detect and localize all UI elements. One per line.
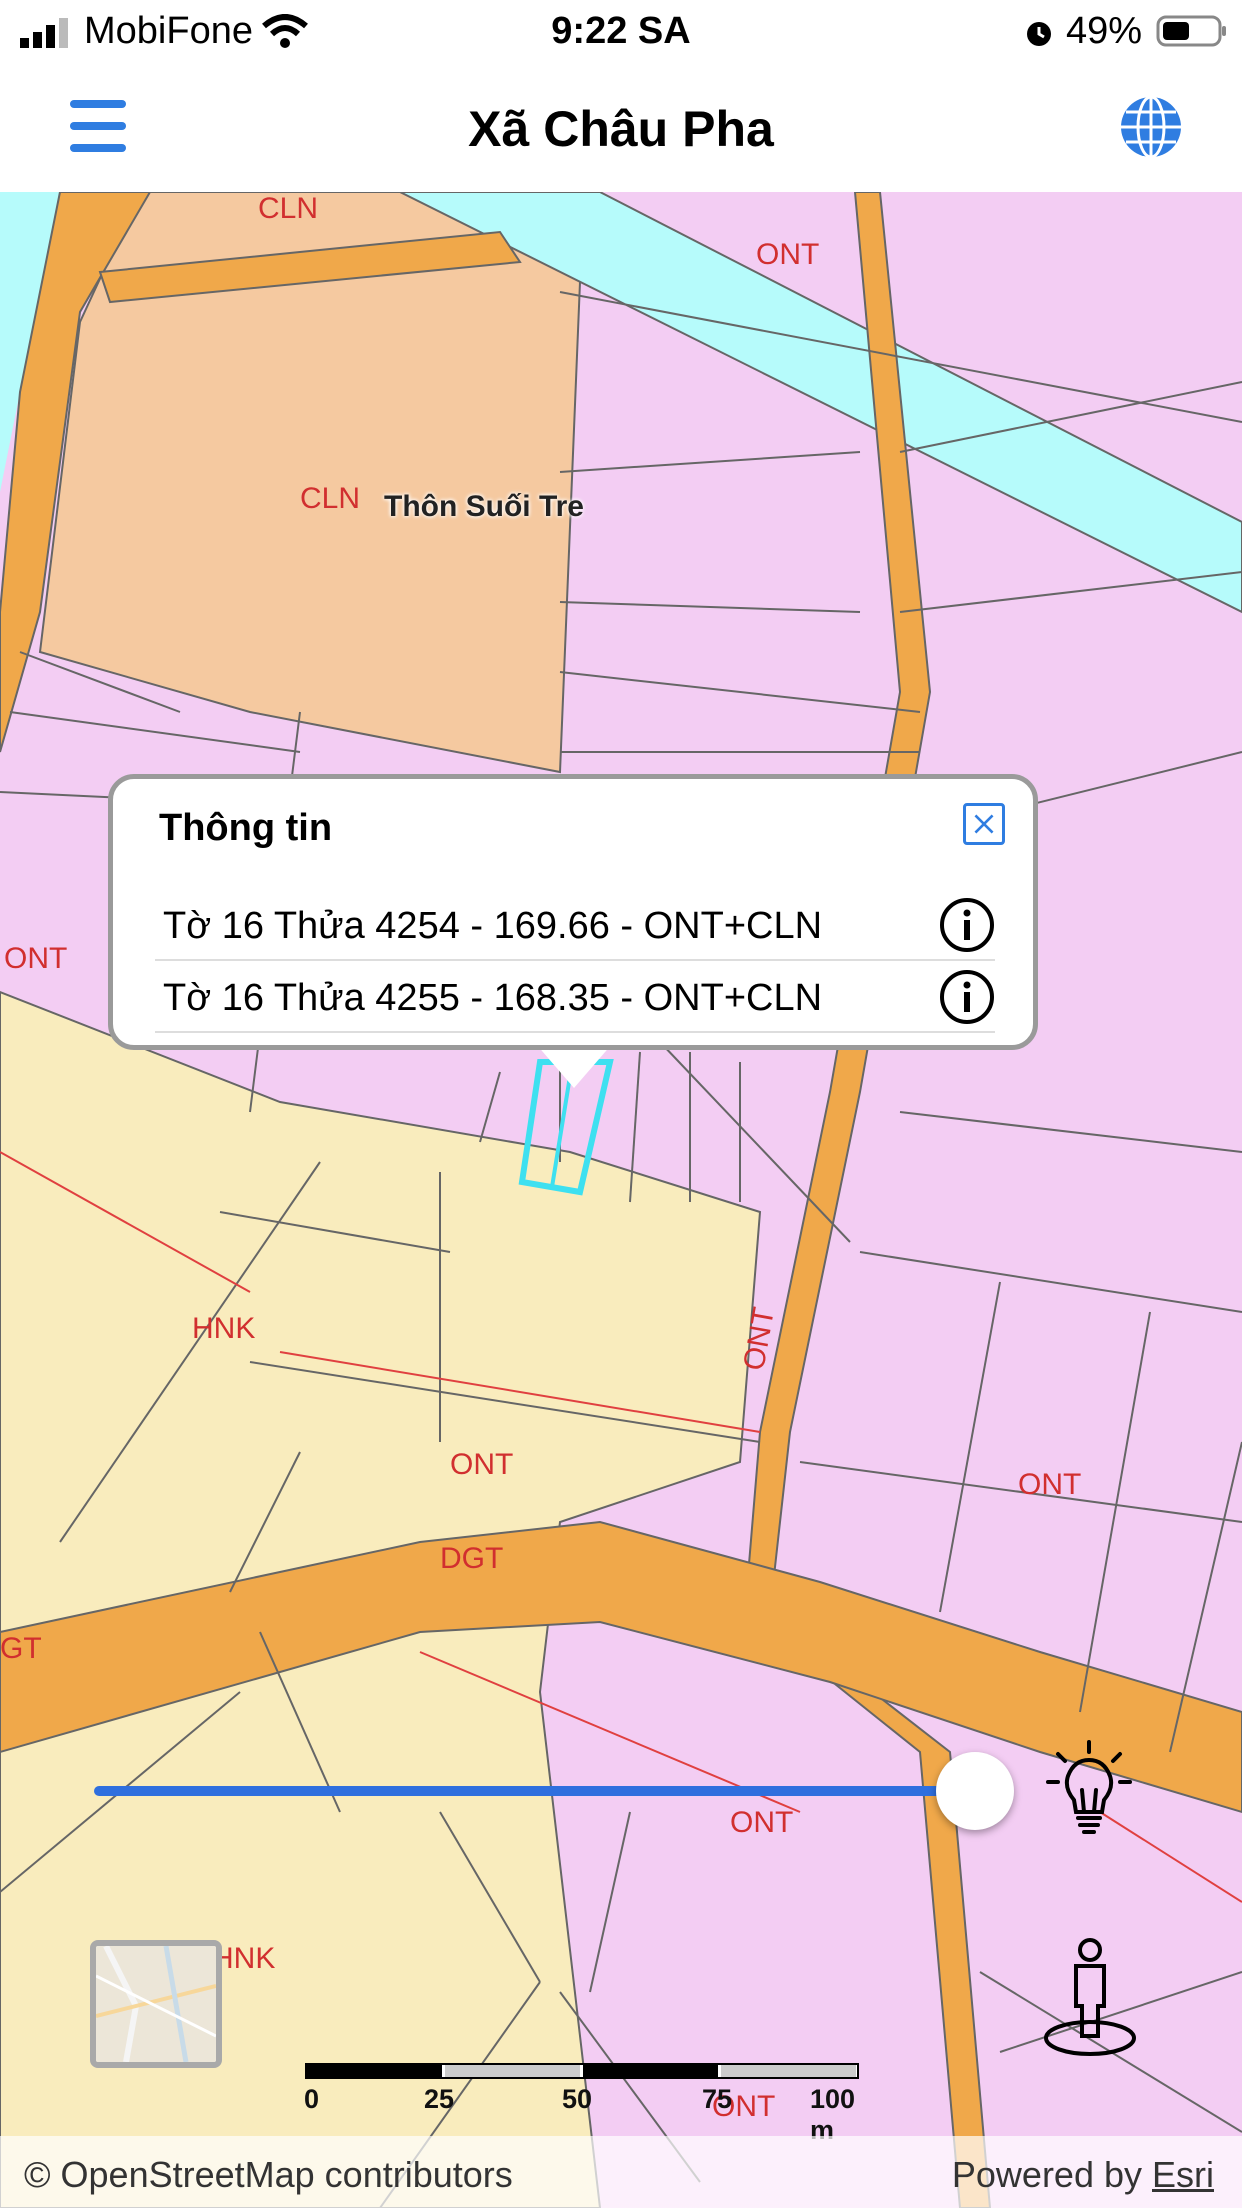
lightbulb-icon[interactable]: [1044, 1738, 1134, 1842]
scale-label: 75: [702, 2084, 733, 2114]
landuse-label: ONT: [756, 238, 820, 271]
list-item[interactable]: Tờ 16 Thửa 4254 - 169.66 - ONT+CLN: [155, 889, 995, 961]
navigation-bar: Xã Châu Pha: [0, 64, 1242, 192]
popup-title: Thông tin: [159, 807, 333, 849]
scale-bar-graphic: [305, 2063, 859, 2079]
map-parcels: [0, 192, 1242, 2208]
list-item[interactable]: Tờ 16 Thửa 4255 - 168.35 - ONT+CLN: [155, 961, 995, 1033]
globe-icon[interactable]: [1118, 94, 1184, 160]
landuse-label: ONT: [4, 942, 68, 975]
basemap-thumbnail[interactable]: [90, 1940, 222, 2068]
close-icon[interactable]: [963, 803, 1005, 845]
alarm-icon: [1027, 22, 1051, 46]
esri-attribution: Powered by Esri: [952, 2154, 1214, 2196]
opacity-slider-track[interactable]: [94, 1786, 980, 1796]
cadastral-map[interactable]: CLN CLN ONT ONT ONT HNK HNK ONT ONT DGT …: [0, 192, 1242, 2208]
landuse-label: ONT: [730, 1806, 794, 1839]
landuse-label: HNK: [192, 1312, 256, 1345]
popup-pointer: [536, 1044, 612, 1088]
landuse-label: ONT: [1018, 1468, 1082, 1501]
scale-bar: 0 25 50 75 100 m: [304, 2060, 864, 2145]
place-name-label: Thôn Suối Tre: [384, 490, 584, 523]
battery-percent: 49%: [1065, 10, 1142, 52]
landuse-label: ONT: [450, 1448, 514, 1481]
street-view-person-icon[interactable]: [1040, 1936, 1140, 2060]
landuse-label: CLN: [300, 482, 361, 515]
landuse-label: GT: [0, 1632, 42, 1665]
info-icon[interactable]: [939, 897, 995, 953]
parcel-text: Tờ 16 Thửa 4255 - 168.35 - ONT+CLN: [163, 977, 823, 1019]
landuse-label: DGT: [440, 1542, 504, 1575]
parcel-text: Tờ 16 Thửa 4254 - 169.66 - ONT+CLN: [163, 905, 823, 947]
opacity-slider-thumb[interactable]: [936, 1752, 1014, 1830]
divider: [155, 1031, 995, 1033]
scale-label: 50: [562, 2084, 593, 2114]
info-icon[interactable]: [939, 969, 995, 1025]
page-title: Xã Châu Pha: [468, 101, 774, 157]
scale-label: 0: [304, 2084, 320, 2114]
powered-by-text: Powered by: [951, 2154, 1152, 2195]
info-popup: Thông tin Tờ 16 Thửa 4254 - 169.66 - ONT…: [108, 774, 1038, 1050]
landuse-label: CLN: [258, 192, 319, 225]
esri-link[interactable]: Esri: [1152, 2154, 1214, 2195]
status-bar: MobiFone 9:22 SA 49%: [0, 0, 1242, 64]
battery-icon: [1156, 15, 1226, 47]
map-attribution: © OpenStreetMap contributors Powered by …: [0, 2136, 1242, 2208]
scale-label: 25: [424, 2084, 455, 2114]
osm-attribution: © OpenStreetMap contributors: [24, 2154, 513, 2195]
